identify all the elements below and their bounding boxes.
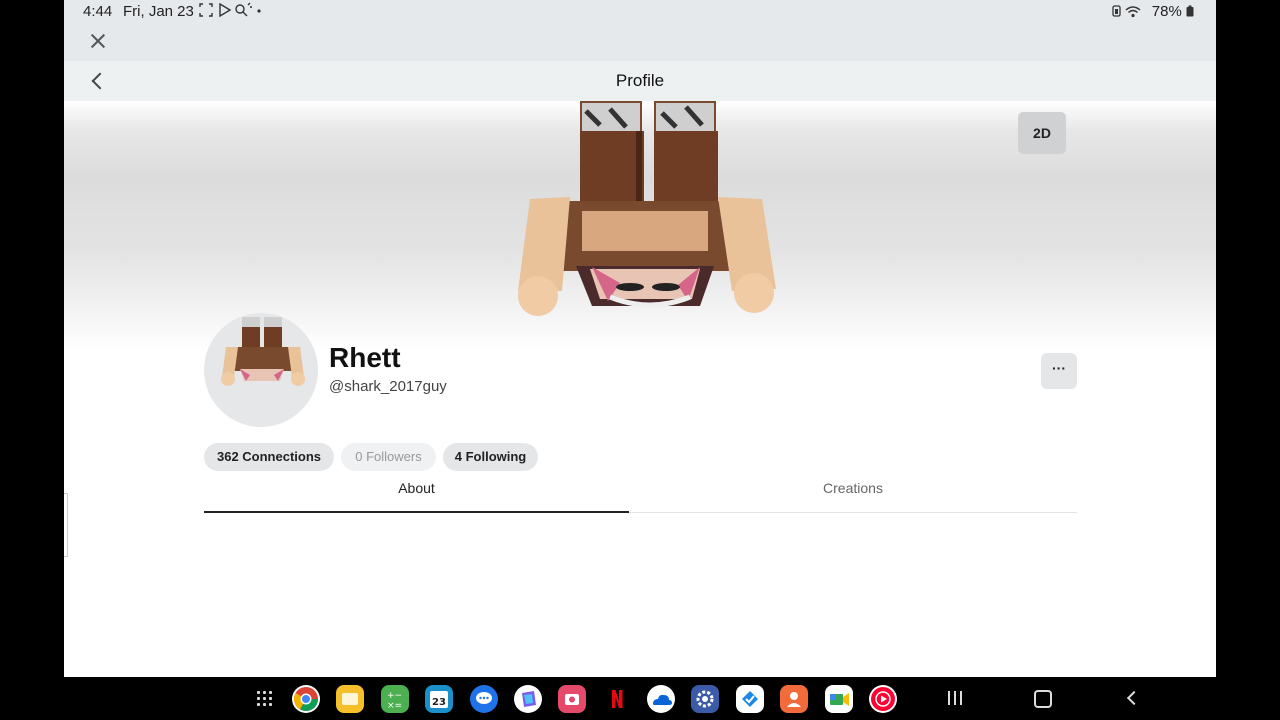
notification-icons-svg [199, 2, 261, 18]
contacts-icon[interactable] [780, 685, 808, 713]
battery-level: 78% [1151, 3, 1182, 20]
netflix-icon[interactable] [603, 685, 631, 713]
page-title: Profile [615, 71, 665, 90]
tab-creations[interactable]: Creations [629, 480, 1077, 496]
messages-icon[interactable] [470, 685, 498, 713]
battery-icon [1186, 5, 1194, 17]
following-button[interactable]: 4 Following [443, 443, 538, 471]
tab-about[interactable]: About [204, 480, 629, 496]
display-name: Rhett [329, 342, 401, 373]
calendar-icon[interactable]: 23 [425, 685, 453, 713]
wifi-icon [1111, 5, 1141, 18]
chrome-icon[interactable] [292, 685, 320, 713]
screen-recorder-icon[interactable] [558, 685, 586, 713]
status-right: 78% [1111, 3, 1194, 20]
status-bar: 4:44 Fri, Jan 23 78% [64, 0, 1216, 61]
settings-icon[interactable] [691, 685, 719, 713]
meet-icon[interactable] [825, 685, 853, 713]
home-icon[interactable] [1034, 690, 1052, 708]
calculator-icon[interactable]: +− ×= [381, 685, 409, 713]
status-date: Fri, Jan 23 [123, 3, 194, 20]
calendar-day: 23 [432, 697, 446, 708]
apps-grid-icon[interactable] [256, 690, 274, 708]
avatar[interactable] [204, 313, 318, 427]
followers-button[interactable]: 0 Followers [341, 443, 436, 471]
avatar-3d-render [518, 101, 776, 316]
username: @shark_2017guy [329, 378, 447, 395]
close-icon[interactable] [86, 29, 110, 53]
active-tab-indicator [204, 511, 629, 513]
office-icon[interactable] [514, 685, 542, 713]
avatar-thumbnail [221, 317, 305, 386]
app-screen: 4:44 Fri, Jan 23 78% Profile 2D Rhett @s… [64, 0, 1216, 677]
recents-icon[interactable] [946, 690, 964, 706]
onedrive-icon[interactable] [647, 685, 675, 713]
svg-text:+−: +− [387, 691, 402, 701]
top-navigation-bar: Profile [64, 61, 1216, 101]
edge-panel-handle[interactable] [64, 493, 68, 557]
files-icon[interactable] [336, 685, 364, 713]
notification-icons [198, 2, 278, 21]
view-2d-button[interactable]: 2D [1018, 112, 1066, 154]
status-time: 4:44 [83, 3, 113, 20]
tasks-icon[interactable] [736, 685, 764, 713]
youtube-music-icon[interactable] [869, 685, 897, 713]
android-navigation-bar [0, 677, 1280, 720]
connections-button[interactable]: 362 Connections [204, 443, 334, 471]
more-options-button[interactable]: ··· [1041, 353, 1077, 389]
system-back-icon[interactable] [1124, 690, 1140, 706]
avatar-3d-viewport[interactable]: 2D [64, 101, 1216, 351]
svg-text:×=: ×= [387, 701, 402, 711]
